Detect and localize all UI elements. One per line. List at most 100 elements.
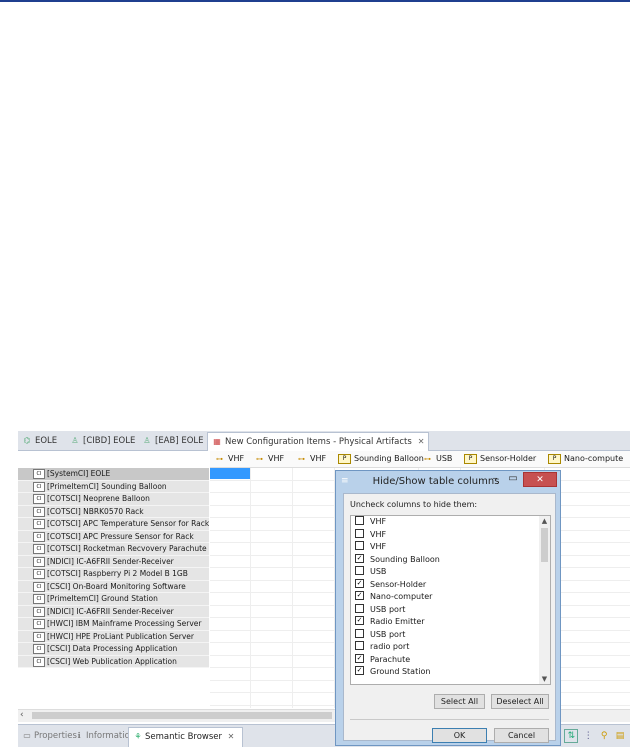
tree-row[interactable]: CI [NDICI] IC-A6FRII Sender-Receiver [18, 605, 209, 618]
column-header-nano-computer[interactable]: P Nano-compute [548, 451, 623, 467]
tree-row[interactable]: CI [SystemCI] EOLE [18, 468, 209, 481]
checkbox[interactable] [355, 566, 364, 575]
checkbox[interactable] [355, 603, 364, 613]
tree-list: CI [SystemCI] EOLE CI [PrimeItemCI] Soundin… [18, 468, 209, 668]
configuration-item-icon: CI [33, 556, 45, 567]
cancel-button[interactable]: Cancel [494, 728, 549, 743]
physical-part-icon: P [548, 453, 561, 464]
column-header-usb[interactable]: ⊶ USB [422, 451, 452, 467]
checkbox[interactable]: ✓ [355, 578, 364, 588]
configuration-item-icon: CI [33, 594, 45, 604]
tree-row[interactable]: CI [PrimeItemCI] Ground Station [18, 593, 209, 606]
configuration-item-icon: CI [33, 506, 45, 517]
tab-information[interactable]: ℹ Information [74, 729, 135, 743]
checkbox-label: Parachute [370, 654, 411, 664]
column-visibility-item[interactable]: ✓ Radio Emitter [351, 616, 550, 629]
tree-row[interactable]: CI [NDICI] IC-A6FRII Sender-Receiver [18, 555, 209, 568]
minimize-button[interactable]: – [486, 472, 504, 487]
tree-row[interactable]: CI [COTSCI] NBRK0570 Rack [18, 505, 209, 518]
checkbox[interactable] [355, 641, 364, 650]
configuration-item-icon: CI [33, 606, 45, 617]
chevron-up-icon[interactable]: ▲ [539, 517, 550, 525]
tree-row[interactable]: CI [CSCI] Web Publication Application [18, 655, 209, 668]
checkbox[interactable] [355, 628, 364, 638]
tree-row[interactable]: CI [COTSCI] APC Pressure Sensor for Rack [18, 530, 209, 543]
column-visibility-item[interactable]: ✓ Sensor-Holder [351, 578, 550, 592]
tab-semantic-browser[interactable]: ⚘ Semantic Browser ✕ [128, 727, 244, 747]
close-button[interactable]: ✕ [523, 472, 557, 487]
hierarchy-icon[interactable]: ⋮ [582, 730, 594, 742]
list-vertical-scrollbar[interactable]: ▲ ▼ [539, 516, 550, 684]
tree-row-label: [PrimeItemCI] Sounding Balloon [47, 481, 167, 491]
tree-row-label: [COTSCI] Rocketman Recvovery Parachute [47, 544, 207, 553]
column-visibility-item[interactable]: ✓ Sounding Balloon [351, 553, 550, 567]
deselect-all-button[interactable]: Deselect All [491, 694, 549, 709]
checkbox[interactable]: ✓ [355, 666, 364, 675]
column-visibility-item[interactable]: radio port [351, 641, 550, 654]
tree-row[interactable]: CI [COTSCI] Neoprene Balloon [18, 493, 209, 506]
folder-icon[interactable]: ▤ [614, 730, 626, 742]
checkbox-label: VHF [370, 542, 387, 551]
checkbox[interactable]: ✓ [355, 653, 364, 663]
checkbox[interactable]: ✓ [355, 553, 364, 563]
sync-icon[interactable]: ⇅ [564, 729, 579, 743]
checkbox[interactable]: ✓ [355, 616, 364, 625]
scrollbar-thumb[interactable] [541, 528, 548, 562]
configuration-item-icon: CI [33, 631, 45, 642]
tree-row[interactable]: CI [PrimeItemCI] Sounding Balloon [18, 480, 209, 493]
tree-row[interactable]: CI [HWCI] HPE ProLiant Publication Server [18, 630, 209, 643]
checkbox[interactable] [355, 516, 364, 525]
column-visibility-item[interactable]: USB port [351, 603, 550, 617]
column-header-vhf-3[interactable]: ⊶ VHF [296, 451, 326, 467]
checkbox[interactable] [355, 541, 364, 550]
tab-eab-eole[interactable]: ♙ [EAB] EOLE [142, 433, 203, 449]
column-visibility-item[interactable]: VHF [351, 516, 550, 529]
tree-row[interactable]: CI [CSCI] On-Board Monitoring Software [18, 580, 209, 593]
column-visibility-item[interactable]: USB [351, 566, 550, 579]
configuration-item-icon: CI [33, 519, 45, 529]
hide-show-columns-dialog: ≡ Hide/Show table columns – ▭ ✕ Uncheck … [335, 470, 561, 746]
column-visibility-item[interactable]: VHF [351, 541, 550, 554]
column-header-sounding-balloon[interactable]: P Sounding Balloon [338, 451, 424, 467]
table-header: ⊶ VHF ⊶ VHF ⊶ VHF P Sounding Balloon ⊶ USB PS… [210, 451, 630, 468]
tab-cibd-eole[interactable]: ♙ [CIBD] EOLE [70, 433, 135, 449]
close-icon[interactable]: ✕ [226, 728, 236, 746]
maximize-button[interactable]: ▭ [504, 472, 522, 487]
tree-row[interactable]: CI [COTSCI] Rocketman Recvovery Parachute [18, 543, 209, 556]
column-header-vhf-1[interactable]: ⊶ VHF [214, 451, 244, 467]
column-visibility-item[interactable]: USB port [351, 628, 550, 642]
chevron-down-icon[interactable]: ▼ [539, 675, 550, 683]
configuration-item-icon: CI [33, 581, 45, 592]
selected-cell[interactable] [210, 468, 250, 479]
column-visibility-item[interactable]: VHF [351, 528, 550, 542]
column-header-vhf-2[interactable]: ⊶ VHF [254, 451, 284, 467]
checkbox-label: Nano-computer [370, 592, 433, 601]
tab-eole[interactable]: ⌬ EOLE [22, 433, 58, 449]
tree-row[interactable]: CI [COTSCI] APC Temperature Sensor for Ra… [18, 518, 209, 531]
checkbox-label: Radio Emitter [370, 617, 425, 626]
link-icon[interactable]: ⚲ [598, 730, 610, 742]
table-icon: ▦ [213, 437, 221, 446]
column-visibility-item[interactable]: ✓ Nano-computer [351, 591, 550, 604]
tab-properties[interactable]: ▭ Properties [22, 729, 77, 743]
scroll-left-icon[interactable]: ‹ [20, 710, 24, 720]
select-all-button[interactable]: Select All [434, 694, 485, 709]
ok-button[interactable]: OK [432, 728, 487, 743]
column-header-sensor-holder[interactable]: P Sensor-Holder [464, 451, 536, 467]
checkbox[interactable]: ✓ [355, 591, 364, 600]
connector-icon: ⊶ [256, 454, 263, 463]
checkbox-label: VHF [370, 529, 387, 539]
connector-icon: ⊶ [298, 454, 305, 463]
checkbox[interactable] [355, 528, 364, 538]
column-visibility-item[interactable]: ✓ Parachute [351, 653, 550, 667]
tree-row[interactable]: CI [HWCI] IBM Mainframe Processing Server [18, 618, 209, 631]
tree-row-label: [CSCI] Web Publication Application [47, 656, 177, 666]
tab-new-configuration-items[interactable]: ▦ New Configuration Items - Physical Arti… [207, 432, 430, 451]
close-icon[interactable]: ✕ [418, 437, 425, 446]
configuration-item-icon: CI [33, 469, 45, 479]
tree-row[interactable]: CI [COTSCI] Raspberry Pi 2 Model B 1GB [18, 568, 209, 581]
checkbox-items: VHF VHF VHF ✓ Sounding Balloon USB ✓ Sensor-Hol… [351, 516, 550, 679]
scrollbar-thumb[interactable] [32, 712, 332, 719]
tree-row[interactable]: CI [CSCI] Data Processing Application [18, 643, 209, 656]
column-visibility-item[interactable]: ✓ Ground Station [351, 666, 550, 679]
